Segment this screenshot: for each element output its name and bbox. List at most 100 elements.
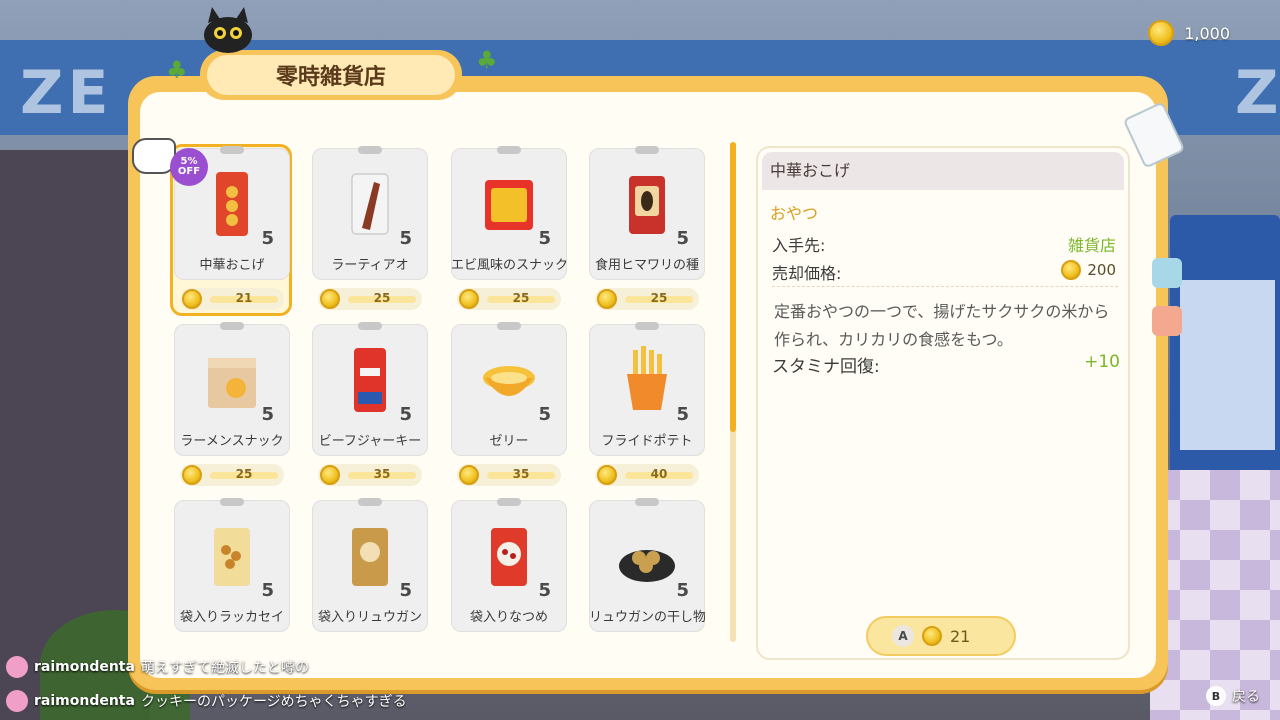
divider: [772, 286, 1118, 287]
clover-icon: ♣: [166, 56, 188, 84]
item-price-value: 40: [650, 467, 668, 481]
stamina-value: +10: [1084, 352, 1120, 372]
hanger-hook: [635, 498, 659, 506]
item-quantity: 5: [399, 228, 412, 249]
dried-longan-icon: [619, 550, 675, 582]
item-grid: 5 中華おこげ 21 5 ラーティアオ 25 5 エビ風味のスナック 25 5 …: [168, 142, 708, 642]
avatar: [6, 690, 28, 712]
coin-icon: [459, 289, 479, 309]
item-name: 袋入りなつめ: [469, 610, 548, 625]
a-button-icon: A: [892, 625, 914, 647]
item-quantity: 5: [676, 580, 689, 601]
shrimp-chips-icon: [485, 180, 533, 230]
item-price: 25: [595, 288, 699, 310]
item-name: リュウガンの干し物: [589, 610, 705, 625]
detail-category: おやつ: [770, 204, 819, 223]
item-name: ビーフジャーキー: [318, 434, 422, 449]
jelly-cup-icon: [483, 366, 535, 396]
hanger-hook: [358, 146, 382, 154]
item-price: 25: [318, 288, 422, 310]
item-name: 袋入りラッカセイ: [179, 610, 284, 625]
coin-icon: [1061, 260, 1082, 280]
item-price-value: 21: [235, 291, 253, 305]
chat-text: 萌えすぎて絶滅したと噂の: [140, 660, 309, 676]
item-quantity: 5: [676, 228, 689, 249]
sell-price-label: 売却価格:: [772, 264, 842, 283]
side-tab-icon[interactable]: [1152, 258, 1182, 288]
item-quantity: 5: [261, 404, 274, 425]
back-label: 戻る: [1232, 689, 1260, 705]
item-quantity: 5: [538, 228, 551, 249]
fridge-contents: [1180, 280, 1275, 450]
bagged-longan-icon: [352, 528, 388, 586]
item-card[interactable]: 5 ラーティアオ 25: [312, 146, 428, 316]
buy-button[interactable]: A 21: [866, 616, 1016, 656]
item-quantity: 5: [261, 228, 274, 249]
scrollbar-thumb[interactable]: [730, 142, 736, 432]
chat-username: raimondenta: [34, 693, 135, 709]
item-price-value: 25: [235, 467, 253, 481]
item-card[interactable]: 5 袋入りラッカセイ: [174, 498, 290, 642]
discount-badge: 5% OFF: [170, 148, 208, 186]
item-name: ゼリー: [489, 434, 529, 449]
item-card[interactable]: 5 リュウガンの干し物: [589, 498, 705, 642]
item-price-value: 35: [373, 467, 391, 481]
sunflower-seeds-icon: [629, 176, 665, 234]
stamina-label: スタミナ回復:: [772, 357, 880, 377]
checkered-floor: [1150, 470, 1280, 720]
item-card[interactable]: 5 フライドポテト 40: [589, 322, 705, 492]
bagged-peanuts-icon: [214, 528, 250, 586]
hanger-hook: [220, 498, 244, 506]
chat-text: クッキーのパッケージめちゃくちゃすぎる: [140, 694, 407, 710]
french-fries-icon: [627, 346, 667, 410]
item-price: 25: [180, 464, 284, 486]
item-card[interactable]: 5 エビ風味のスナック 25: [451, 146, 567, 316]
item-price: 25: [457, 288, 561, 310]
shop-title-tab: 零時雑貨店: [200, 50, 462, 100]
item-card[interactable]: 5 袋入りなつめ: [451, 498, 567, 642]
item-quantity: 5: [538, 404, 551, 425]
hanger-hook: [358, 322, 382, 330]
rice-crust-snack-icon: [216, 172, 248, 236]
item-card[interactable]: 5 ビーフジャーキー 35: [312, 322, 428, 492]
item-price-value: 35: [512, 467, 530, 481]
coin-icon: [182, 289, 202, 309]
chat-message: raimondenta クッキーのパッケージめちゃくちゃすぎる: [6, 690, 407, 712]
coin-icon: [459, 465, 479, 485]
hanger-hook: [497, 146, 521, 154]
buy-price: 21: [950, 626, 971, 646]
hanger-hook: [358, 498, 382, 506]
item-quantity: 5: [261, 580, 274, 601]
bagged-jujube-icon: [491, 528, 527, 586]
source-label: 入手先:: [772, 236, 826, 255]
avatar: [6, 656, 28, 678]
coin-icon: [597, 465, 617, 485]
coin-icon: [182, 465, 202, 485]
detail-title: 中華おこげ: [762, 152, 1124, 190]
sell-price-row: 売却価格: 200: [772, 260, 1120, 288]
hanger-hook: [635, 146, 659, 154]
hanger-hook: [220, 322, 244, 330]
item-card[interactable]: 5 ラーメンスナック 25: [174, 322, 290, 492]
item-card[interactable]: 5 食用ヒマワリの種 25: [589, 146, 705, 316]
item-name: フライドポテト: [601, 434, 693, 449]
stamina-row: スタミナ回復: +10: [772, 352, 1120, 377]
item-description: 定番おやつの一つで、揚げたサクサクの米から作られ、カリカリの食感をもつ。: [774, 302, 1110, 349]
side-tab-icon[interactable]: [1152, 306, 1182, 336]
hanger-hook: [497, 498, 521, 506]
item-quantity: 5: [538, 580, 551, 601]
beef-jerky-icon: [354, 348, 386, 412]
chat-message: raimondenta 萌えすぎて絶滅したと噂の: [6, 656, 309, 678]
shop-title: 零時雑貨店: [207, 55, 455, 95]
item-card[interactable]: 5 袋入りリュウガン: [312, 498, 428, 642]
item-quantity: 5: [399, 580, 412, 601]
item-card[interactable]: 5 ゼリー 35: [451, 322, 567, 492]
item-quantity: 5: [676, 404, 689, 425]
item-price-value: 25: [512, 291, 530, 305]
back-button[interactable]: B 戻る: [1206, 686, 1260, 706]
item-detail-panel: 中華おこげ おやつ 入手先: 雑貨店 売却価格: 200 定番おやつの一つで、揚…: [756, 146, 1130, 660]
item-price: 35: [457, 464, 561, 486]
coin-icon: [320, 465, 340, 485]
ramen-snack-icon: [208, 358, 256, 408]
item-name: ラーティアオ: [331, 258, 409, 273]
